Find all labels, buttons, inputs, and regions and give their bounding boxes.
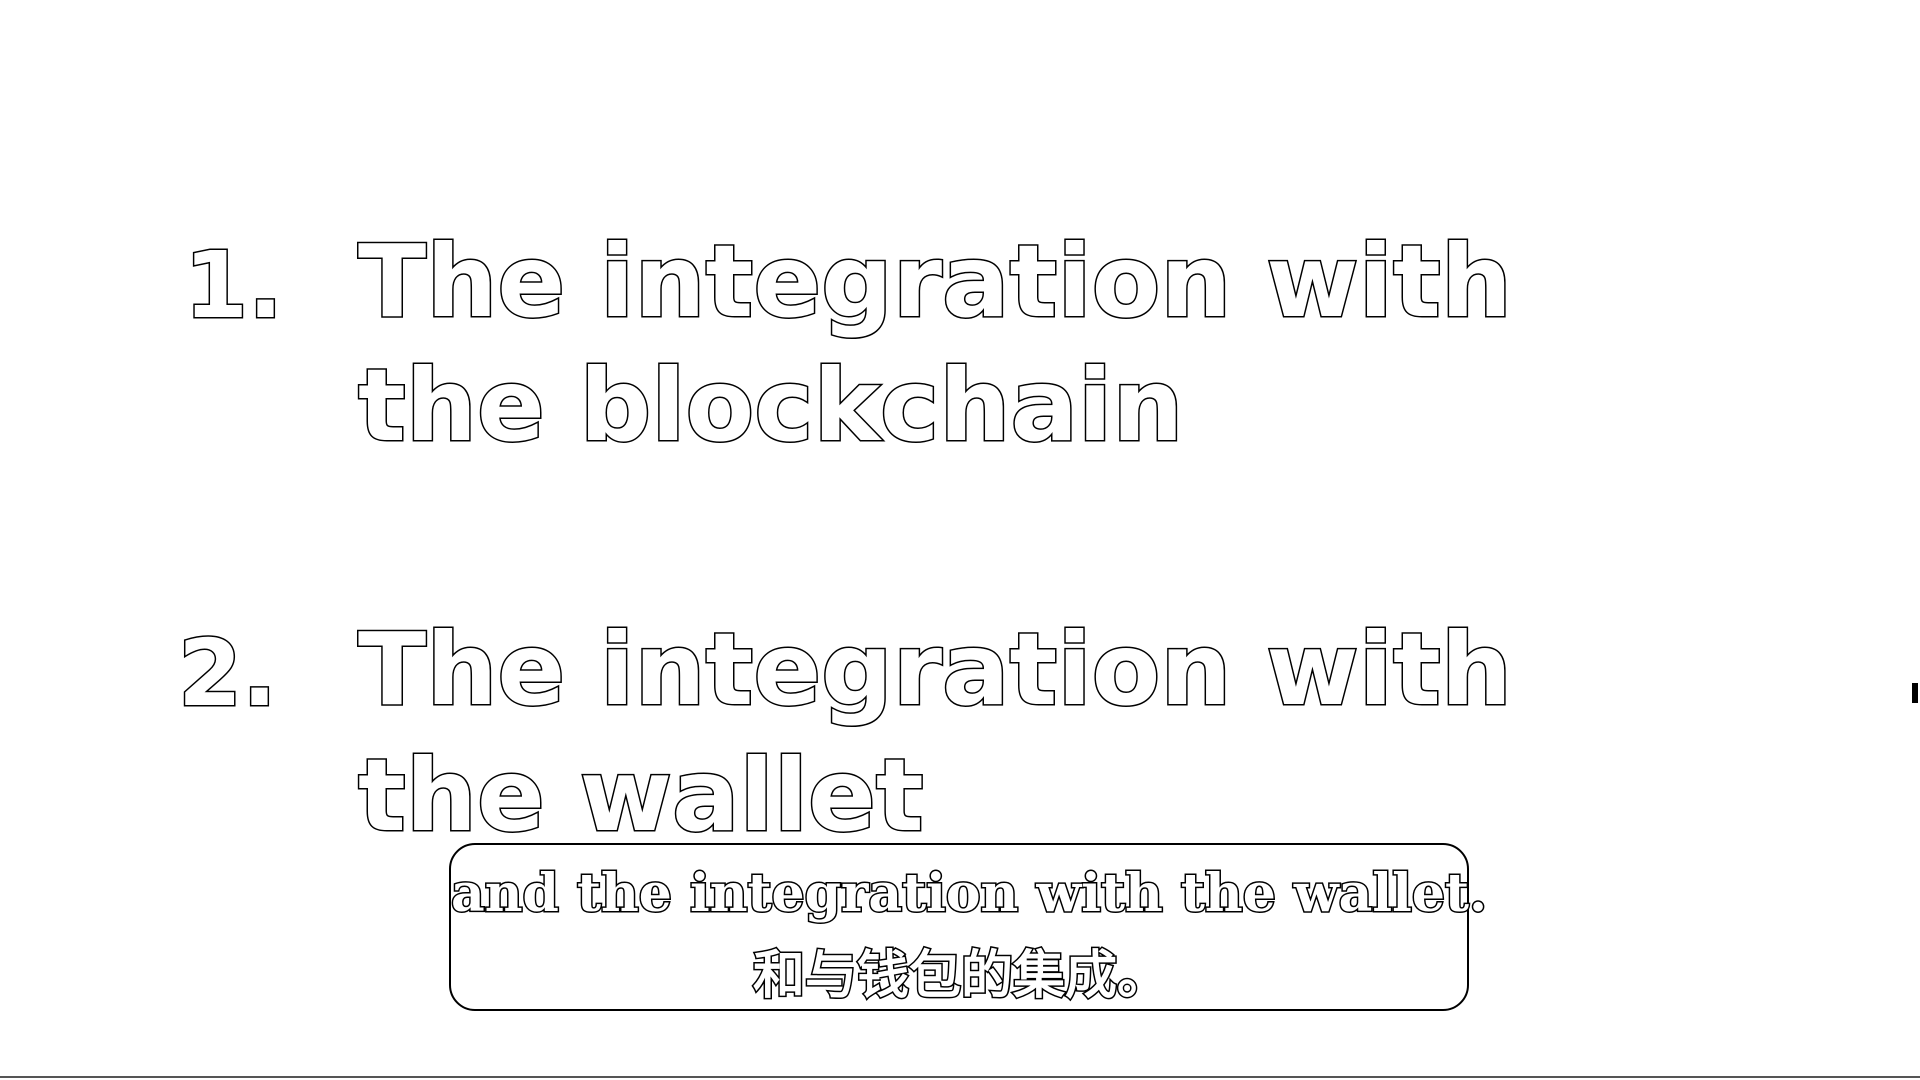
list-number-1: 1. [183,232,285,339]
list-item-1-line-2: the blockchain [356,347,1184,464]
bottom-divider [0,1076,1920,1078]
list-item-2-line-1: The integration with [357,611,1514,728]
edge-marker [1912,683,1918,703]
subtitle-english: and the integration with the wallet. [450,862,1489,926]
list-number-2: 2. [177,620,279,727]
subtitle-box: and the integration with the wallet. 和与钱… [449,843,1489,1011]
list-item-2-line-2: the wallet [357,737,926,854]
list-item-1-line-1: The integration with [357,223,1514,340]
subtitle-chinese: 和与钱包的集成。 [751,945,1170,1008]
